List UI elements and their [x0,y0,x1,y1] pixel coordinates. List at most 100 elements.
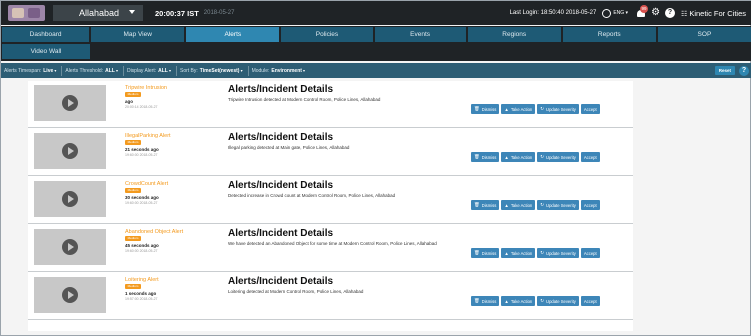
take-action-button[interactable]: ▲ Take Action [501,152,536,162]
accept-button[interactable]: Accept [580,104,600,114]
alert-title[interactable]: IllegalParking Alert [125,133,171,139]
update-severity-button[interactable]: ↻ Update Severity [537,152,579,162]
clock-time: 20:00:37 IST [155,8,199,18]
alert-title[interactable]: Tripwire Intrusion [125,85,167,91]
accept-button[interactable]: Accept [580,200,600,210]
update-severity-button[interactable]: ↻ Update Severity [537,248,579,258]
dismiss-label: Dismiss [481,250,497,256]
top-bar: Allahabad 20:00:37 IST 2018-05-27 Last L… [1,1,751,25]
alert-actions: 🗑 Dismiss ▲ Take Action ↻ Update Severity Acce… [471,152,602,162]
video-thumbnail[interactable] [34,85,106,121]
filter-label: Display Alert: [126,67,157,74]
main-nav: Dashboard Map View Alerts Policies Events Reg… [1,26,751,61]
details-title: Alerts/Incident Details [228,228,334,239]
alert-timestamp: 19:60:00 2018-05-27 [125,153,158,157]
dismiss-label: Dismiss [481,154,497,160]
dismiss-button[interactable]: 🗑 Dismiss [471,152,500,162]
city-selector[interactable]: Allahabad [53,5,143,21]
severity-badge: Medium [125,236,141,241]
video-thumbnail[interactable] [34,229,106,265]
notifications-button[interactable]: 99 [636,5,649,18]
severity-badge: Medium [125,92,141,97]
tab-sop[interactable]: SOP [657,27,751,42]
tab-regions[interactable]: Regions [467,27,561,42]
filter-dropdown[interactable]: Environment [271,68,305,74]
alert-age: ago [125,99,134,104]
trash-icon: 🗑 [474,250,480,255]
gear-icon[interactable]: ⚙ [651,8,660,18]
filter-divider [176,65,177,76]
filter-dropdown[interactable]: ALL [158,68,171,74]
play-icon[interactable] [62,239,78,255]
brand-logo: ☷ Kinetic For Cities [681,9,746,18]
help-icon[interactable]: ? [739,65,749,76]
notification-badge: 99 [640,5,649,13]
tab-events[interactable]: Events [374,27,466,42]
take-action-label: Take Action [510,202,533,208]
update-severity-button[interactable]: ↻ Update Severity [537,296,579,306]
play-icon[interactable] [62,143,78,159]
alert-timestamp: 19:60:00 2018-05-27 [125,249,158,253]
take-action-button[interactable]: ▲ Take Action [501,104,536,114]
filter-bar: Alerts Timespan:LiveAlerts Threshold:ALL… [1,63,751,78]
video-thumbnail[interactable] [34,133,106,169]
city-logo [8,5,45,21]
dismiss-button[interactable]: 🗑 Dismiss [471,200,500,210]
accept-button[interactable]: Accept [580,296,600,306]
reset-button[interactable]: Reset [714,66,735,75]
tab-dashboard[interactable]: Dashboard [2,27,90,42]
tab-alerts[interactable]: Alerts [186,27,280,42]
filter-dropdown[interactable]: TimeSet(newest) [200,68,243,74]
filter-label: Alerts Threshold: [65,67,104,74]
trash-icon: 🗑 [474,298,480,303]
update-severity-label: Update Severity [546,154,576,160]
warning-icon: ▲ [504,298,509,304]
alert-title[interactable]: CrowdCount Alert [125,181,168,187]
language-selector[interactable]: ENG ▾ [613,10,628,16]
take-action-button[interactable]: ▲ Take Action [501,248,536,258]
alert-actions: 🗑 Dismiss ▲ Take Action ↻ Update Severity Acce… [471,200,602,210]
alert-item: Abandoned Object Alert Medium 45 seconds a… [28,225,633,272]
filter-dropdown[interactable]: Live [43,68,56,74]
alert-description: Detected increase in Crowd count at Mode… [228,193,396,198]
accept-button[interactable]: Accept [580,248,600,258]
app-window: Allahabad 20:00:37 IST 2018-05-27 Last L… [0,0,751,336]
update-severity-button[interactable]: ↻ Update Severity [537,200,579,210]
alert-item: IllegalParking Alert Medium 21 seconds ago… [28,129,633,176]
alert-description: Loitering detected at Modern Control Roo… [228,289,364,294]
play-icon[interactable] [62,287,78,303]
help-icon[interactable]: ? [665,8,676,18]
trash-icon: 🗑 [474,154,480,159]
dismiss-label: Dismiss [481,202,497,208]
tab-reports[interactable]: Reports [562,27,656,42]
take-action-button[interactable]: ▲ Take Action [501,296,536,306]
alert-actions: 🗑 Dismiss ▲ Take Action ↻ Update Severity Acce… [471,296,602,306]
video-thumbnail[interactable] [34,277,106,313]
filter-dropdown[interactable]: ALL [105,68,118,74]
video-thumbnail[interactable] [34,181,106,217]
accept-button[interactable]: Accept [580,152,600,162]
alert-title[interactable]: Abandoned Object Alert [125,229,183,235]
alert-age: 45 seconds ago [125,243,159,248]
dismiss-button[interactable]: 🗑 Dismiss [471,104,500,114]
alert-title[interactable]: Loitering Alert [125,277,159,283]
play-icon[interactable] [62,95,78,111]
tab-policies[interactable]: Policies [281,27,373,42]
update-severity-label: Update Severity [546,202,576,208]
city-selector-label: Allahabad [79,8,120,18]
dismiss-button[interactable]: 🗑 Dismiss [471,248,500,258]
tab-video-wall[interactable]: Video Wall [2,44,90,59]
play-icon[interactable] [62,191,78,207]
severity-badge: Medium [125,140,141,145]
update-severity-button[interactable]: ↻ Update Severity [537,104,579,114]
dismiss-button[interactable]: 🗑 Dismiss [471,296,500,306]
tab-map-view[interactable]: Map View [91,27,185,42]
warning-icon: ▲ [504,250,509,256]
take-action-label: Take Action [510,298,533,304]
globe-icon[interactable] [602,8,612,18]
filter-label: Module: [251,67,270,74]
update-severity-label: Update Severity [546,298,576,304]
details-title: Alerts/Incident Details [228,84,334,95]
take-action-button[interactable]: ▲ Take Action [501,200,536,210]
alert-timestamp: 20:00:14 2018-05-27 [125,105,158,109]
